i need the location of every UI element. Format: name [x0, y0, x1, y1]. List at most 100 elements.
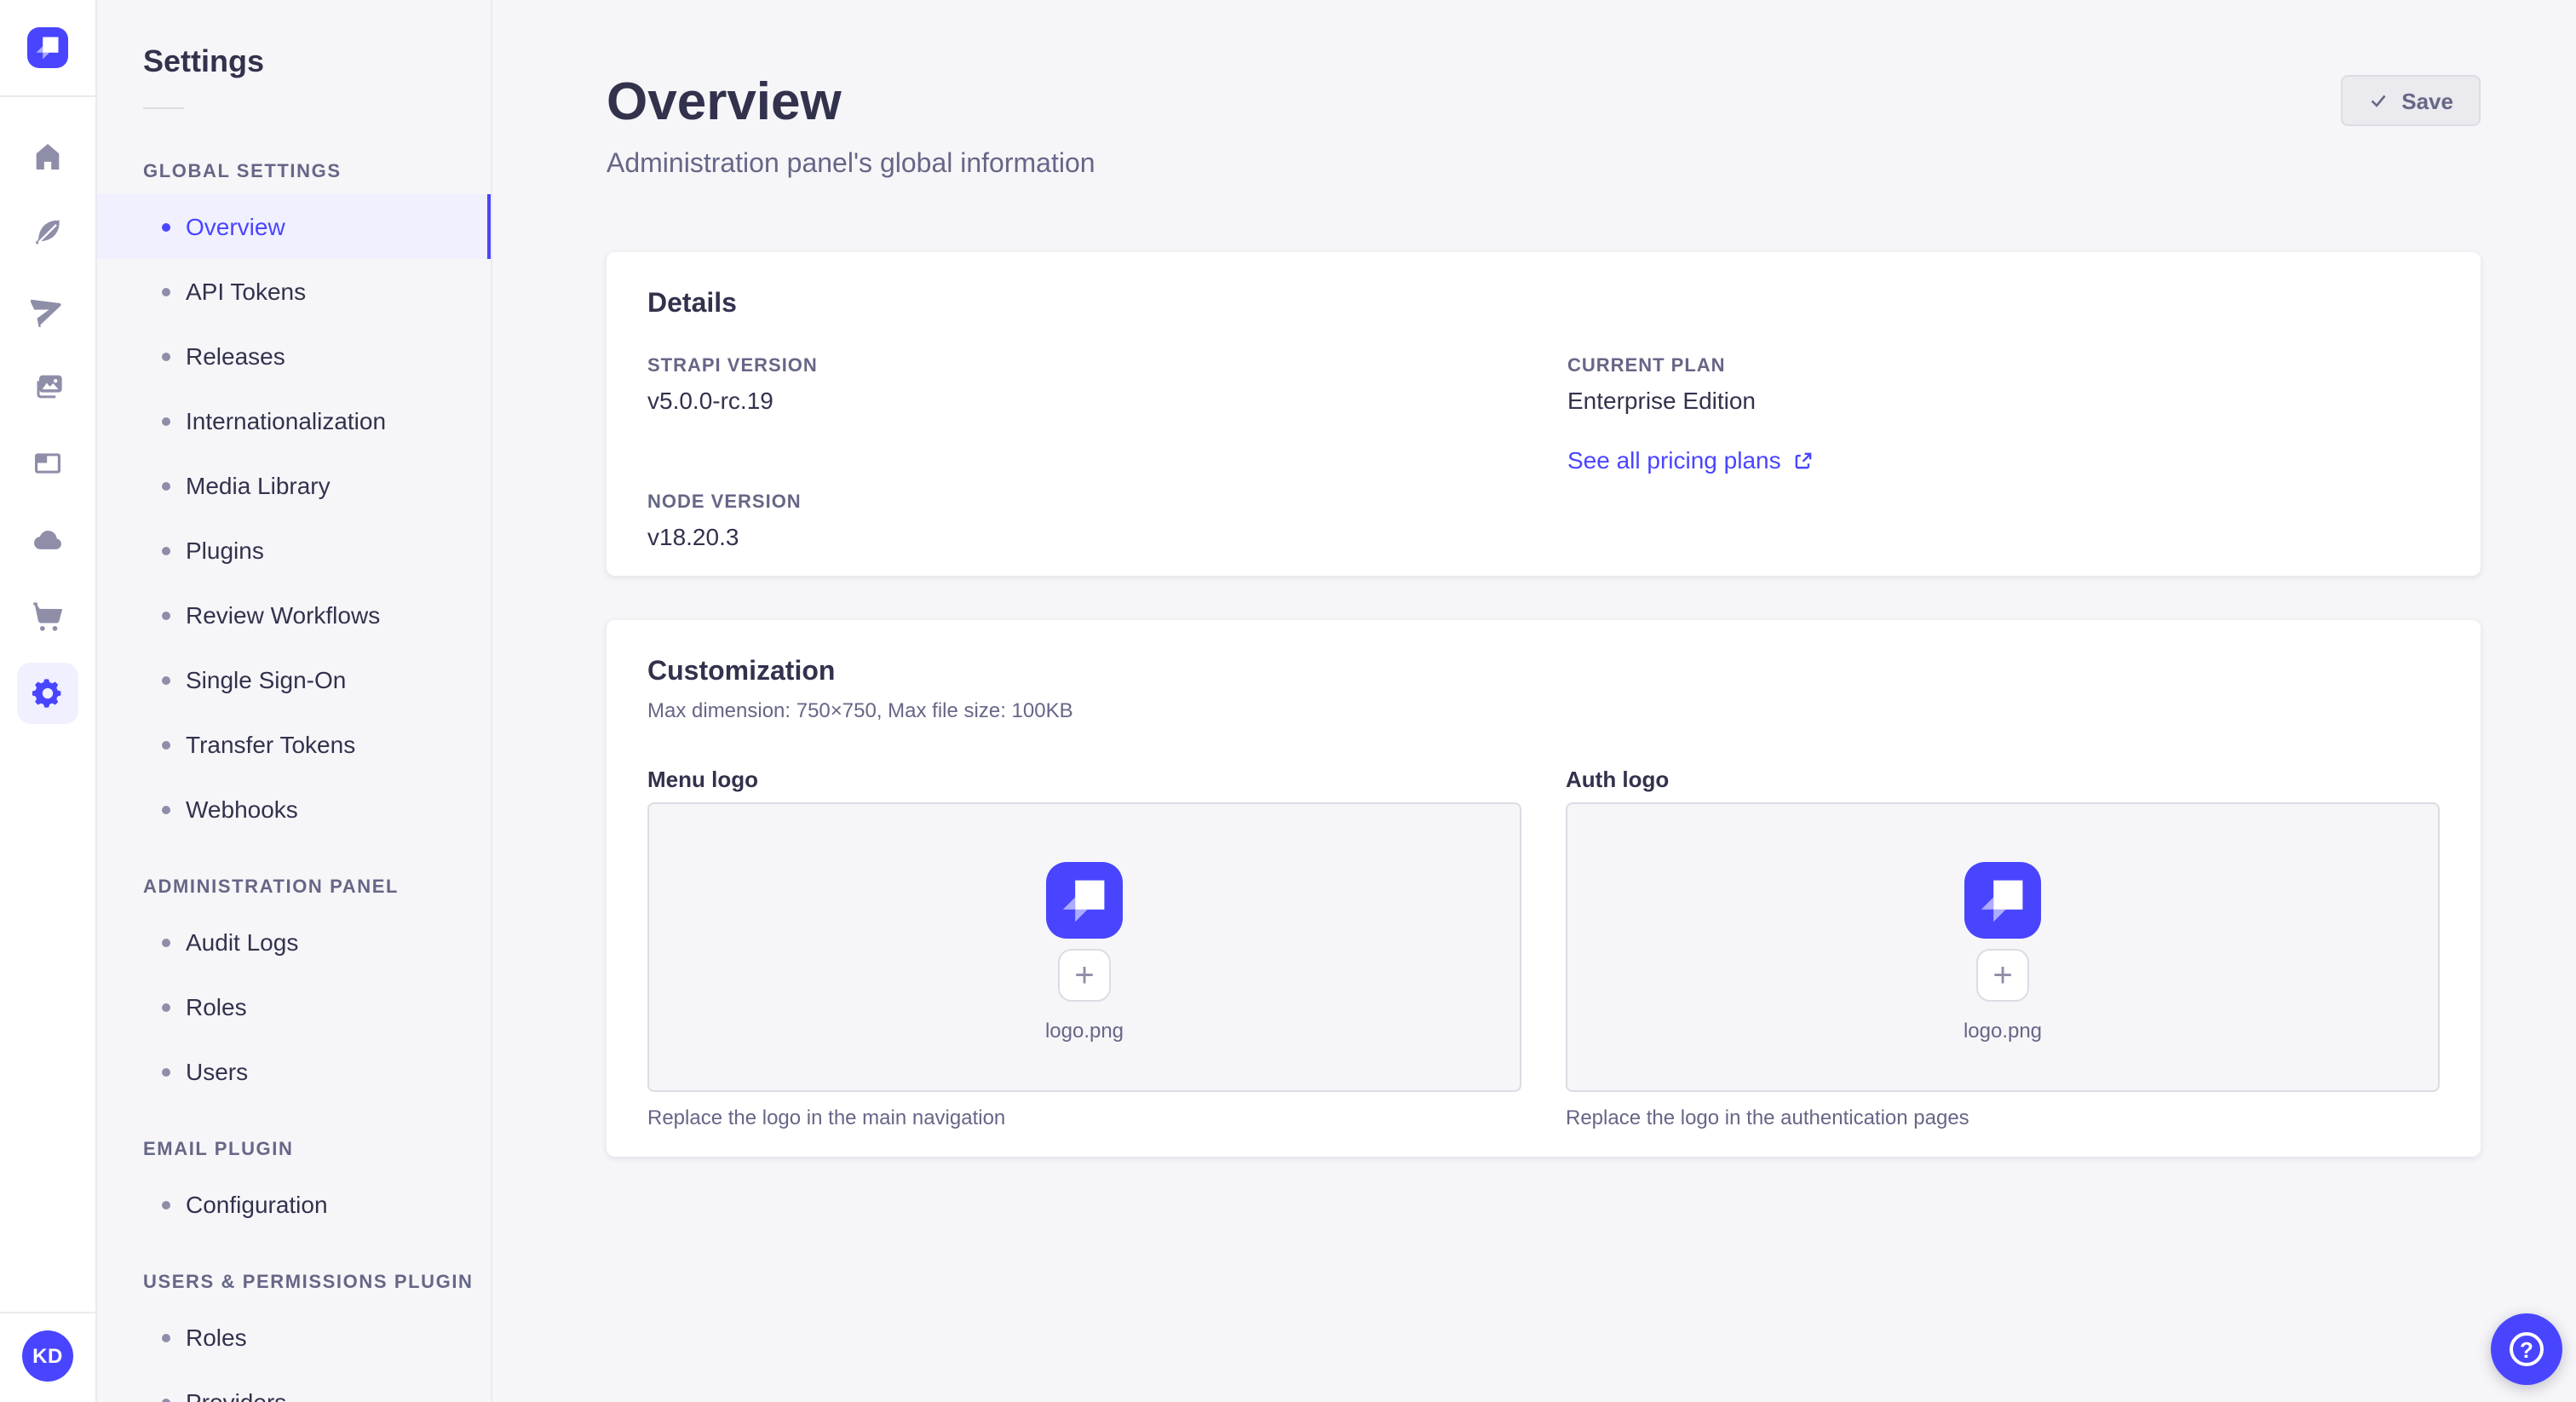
user-avatar[interactable]: KD [22, 1330, 73, 1382]
menu-logo-add-button[interactable]: + [1058, 949, 1111, 1002]
strapi-logo-icon[interactable] [27, 27, 68, 68]
sidebar-nav-item[interactable]: Review Workflows [97, 583, 491, 647]
sidebar-nav-item[interactable]: Transfer Tokens [97, 712, 491, 777]
sidebar-nav-item[interactable]: Releases [97, 324, 491, 388]
nav-section-heading: ADMINISTRATION PANEL [143, 877, 400, 898]
bullet-icon [162, 1200, 170, 1209]
save-button-label: Save [2401, 88, 2453, 113]
sidebar-nav-item-label: Review Workflows [186, 601, 381, 629]
bullet-icon [162, 1003, 170, 1011]
sidebar-nav-item[interactable]: Overview [97, 194, 491, 259]
bullet-icon [162, 417, 170, 425]
auth-logo-add-button[interactable]: + [1976, 949, 2029, 1002]
sidebar-nav-item[interactable]: Roles [97, 974, 491, 1039]
details-right-column: CURRENT PLAN Enterprise Edition See all … [1567, 354, 2440, 552]
sidebar-nav-item[interactable]: Configuration [97, 1172, 491, 1237]
page-header: Overview Administration panel's global i… [607, 0, 2481, 181]
details-card: Details STRAPI VERSION v5.0.0-rc.19 NODE… [607, 252, 2481, 576]
rail-item-settings[interactable] [0, 654, 95, 731]
layout-icon [35, 452, 60, 473]
bullet-icon [162, 611, 170, 619]
settings-nav: GLOBAL SETTINGS Overview API Tokens Rele… [97, 160, 491, 1402]
images-icon [37, 374, 62, 398]
rail-bottom-section: KD [0, 1312, 95, 1402]
sidebar-divider [143, 107, 184, 109]
strapi-mark-icon [36, 37, 59, 60]
details-heading: Details [647, 290, 737, 319]
auth-logo-upload-box[interactable]: + logo.png [1566, 802, 2440, 1092]
bullet-icon [162, 675, 170, 684]
sidebar-nav-item[interactable]: Internationalization [97, 388, 491, 453]
bullet-icon [162, 1398, 170, 1402]
sidebar-nav-item[interactable]: Users [97, 1039, 491, 1104]
sidebar-nav-item-label: Users [186, 1058, 249, 1085]
details-grid: STRAPI VERSION v5.0.0-rc.19 NODE VERSION… [647, 354, 2440, 552]
sidebar-nav-item[interactable]: Media Library [97, 453, 491, 518]
sidebar-nav-item-label: Configuration [186, 1191, 328, 1218]
current-plan-value: Enterprise Edition [1567, 387, 1757, 414]
strapi-mark-icon [1062, 880, 1105, 922]
sidebar-nav-item-label: Media Library [186, 472, 331, 499]
customization-heading: Customization [647, 658, 836, 687]
question-mark-icon: ? [2510, 1332, 2544, 1366]
workspace-logo-section [0, 0, 95, 97]
sidebar-nav-item[interactable]: Plugins [97, 518, 491, 583]
rail-item-content-manager[interactable] [0, 194, 95, 271]
strapi-version-label: STRAPI VERSION [647, 356, 818, 376]
help-button[interactable]: ? [2491, 1313, 2562, 1385]
sidebar-nav-item[interactable]: Audit Logs [97, 910, 491, 974]
bullet-icon [162, 1067, 170, 1076]
main-nav-rail: KD [0, 0, 97, 1402]
bullet-icon [162, 1333, 170, 1342]
plus-icon: + [1074, 957, 1095, 994]
paper-plane-icon [31, 298, 61, 326]
sidebar-nav-item[interactable]: Single Sign-On [97, 647, 491, 712]
bullet-icon [162, 805, 170, 813]
cloud-icon [34, 530, 61, 549]
auth-logo-filename: logo.png [1963, 1019, 2043, 1043]
rail-item-home[interactable] [0, 118, 95, 194]
sidebar-nav-item-label: Internationalization [186, 407, 387, 434]
bullet-icon [162, 222, 170, 231]
menu-logo-column: Menu logo + logo.png Replace the logo in… [647, 767, 1521, 1129]
sidebar-nav-item-label: Plugins [186, 537, 264, 564]
nav-section-heading: GLOBAL SETTINGS [143, 162, 342, 182]
page-title: Overview [607, 72, 842, 131]
rail-item-media-library[interactable] [0, 348, 95, 424]
save-button[interactable]: Save [2340, 75, 2481, 126]
rail-item-marketplace[interactable] [0, 577, 95, 654]
bullet-icon [162, 481, 170, 490]
pricing-plans-link[interactable]: See all pricing plans [1567, 446, 2440, 474]
sidebar-nav-item-label: Roles [186, 993, 247, 1020]
plus-icon: + [1992, 957, 2013, 994]
menu-logo-upload-box[interactable]: + logo.png [647, 802, 1521, 1092]
bullet-icon [162, 938, 170, 946]
sidebar-nav-item[interactable]: Roles [97, 1305, 491, 1370]
sidebar-nav-item[interactable]: Providers [97, 1370, 491, 1402]
sidebar-nav-item[interactable]: Webhooks [97, 777, 491, 842]
bullet-icon [162, 546, 170, 554]
bullet-icon [162, 352, 170, 360]
rail-item-deploy[interactable] [0, 271, 95, 348]
node-version-value: v18.20.3 [647, 523, 739, 550]
gear-icon [32, 678, 61, 707]
sidebar-nav-item[interactable]: API Tokens [97, 259, 491, 324]
details-left-column: STRAPI VERSION v5.0.0-rc.19 NODE VERSION… [647, 354, 1520, 552]
strapi-version-value: v5.0.0-rc.19 [647, 387, 773, 414]
rail-item-content-type-builder[interactable] [0, 424, 95, 501]
sidebar-nav-item-label: Webhooks [186, 796, 298, 823]
logo-grid: Menu logo + logo.png Replace the logo in… [647, 767, 2440, 1129]
sidebar-nav-item-label: Releases [186, 342, 285, 370]
menu-logo-caption: Replace the logo in the main navigation [647, 1106, 1006, 1129]
page-subtitle: Administration panel's global informatio… [607, 150, 1095, 179]
node-version-label: NODE VERSION [647, 492, 802, 513]
rail-item-cloud[interactable] [0, 501, 95, 577]
auth-logo-preview [1964, 862, 2041, 939]
sidebar-nav-item-label: Audit Logs [186, 928, 299, 956]
bullet-icon [162, 287, 170, 296]
current-plan-label: CURRENT PLAN [1567, 356, 1726, 376]
auth-logo-caption: Replace the logo in the authentication p… [1566, 1106, 1969, 1129]
menu-logo-filename: logo.png [1044, 1019, 1124, 1043]
sidebar-nav-item-label: Providers [186, 1388, 287, 1402]
menu-logo-preview [1046, 862, 1123, 939]
